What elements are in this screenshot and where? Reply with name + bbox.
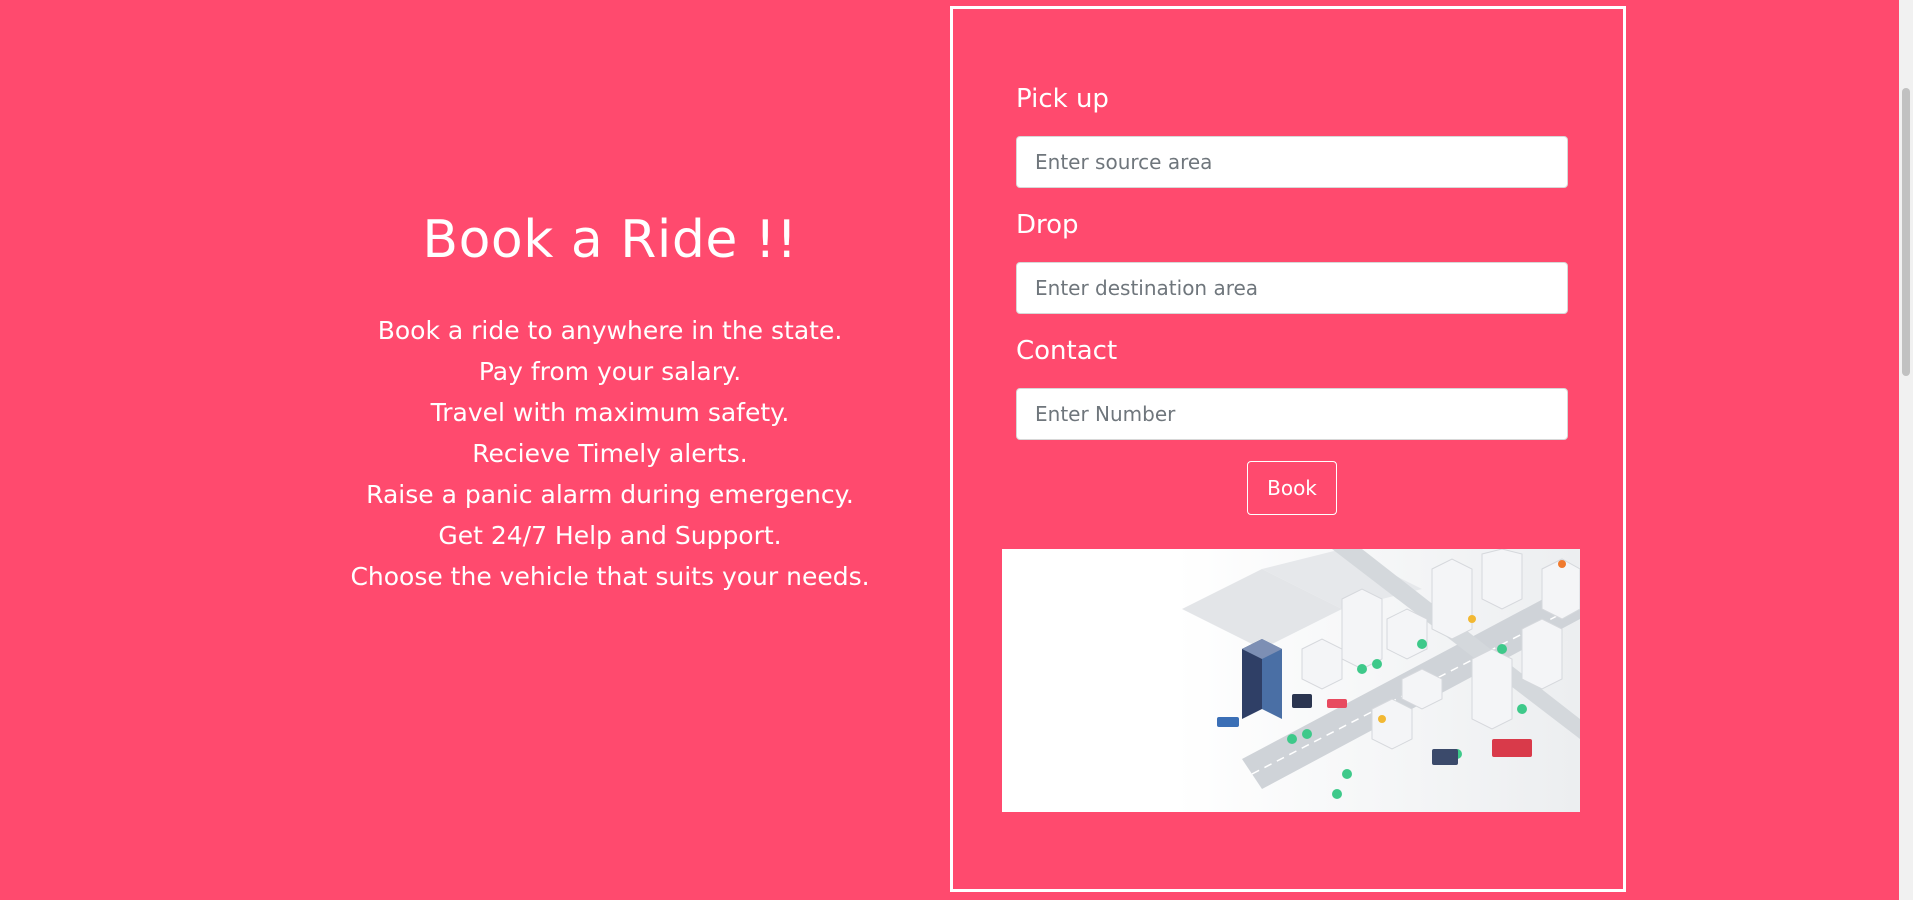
feature-item: Choose the vehicle that suits your needs… [350,562,870,591]
page-title: Book a Ride !! [422,210,798,270]
intro-section: Book a Ride !! Book a ride to anywhere i… [280,210,940,597]
page: Book a Ride !! Book a ride to anywhere i… [0,0,1913,900]
booking-form: Pick up Drop Contact Book [950,6,1626,892]
drop-input[interactable] [1016,262,1568,314]
contact-label: Contact [1016,336,1118,366]
feature-item: Book a ride to anywhere in the state. [377,316,843,345]
vertical-scrollbar[interactable] [1899,0,1913,900]
drop-label: Drop [1016,210,1079,240]
book-button[interactable]: Book [1247,461,1337,515]
city-illustration-svg [1002,549,1580,812]
contact-field-group: Contact [1016,333,1568,440]
feature-list: Book a ride to anywhere in the state. Pa… [280,310,940,597]
feature-item: Pay from your salary. [478,357,742,386]
scrollbar-thumb[interactable] [1902,88,1910,376]
contact-input[interactable] [1016,388,1568,440]
feature-item: Travel with maximum safety. [430,398,790,427]
feature-item: Get 24/7 Help and Support. [438,521,782,550]
isometric-city-illustration [1002,549,1580,812]
pickup-input[interactable] [1016,136,1568,188]
drop-field-group: Drop [1016,207,1568,314]
pickup-field-group: Pick up [1016,81,1568,188]
feature-item: Raise a panic alarm during emergency. [366,480,854,509]
pickup-label: Pick up [1016,84,1109,114]
feature-item: Recieve Timely alerts. [472,439,748,468]
